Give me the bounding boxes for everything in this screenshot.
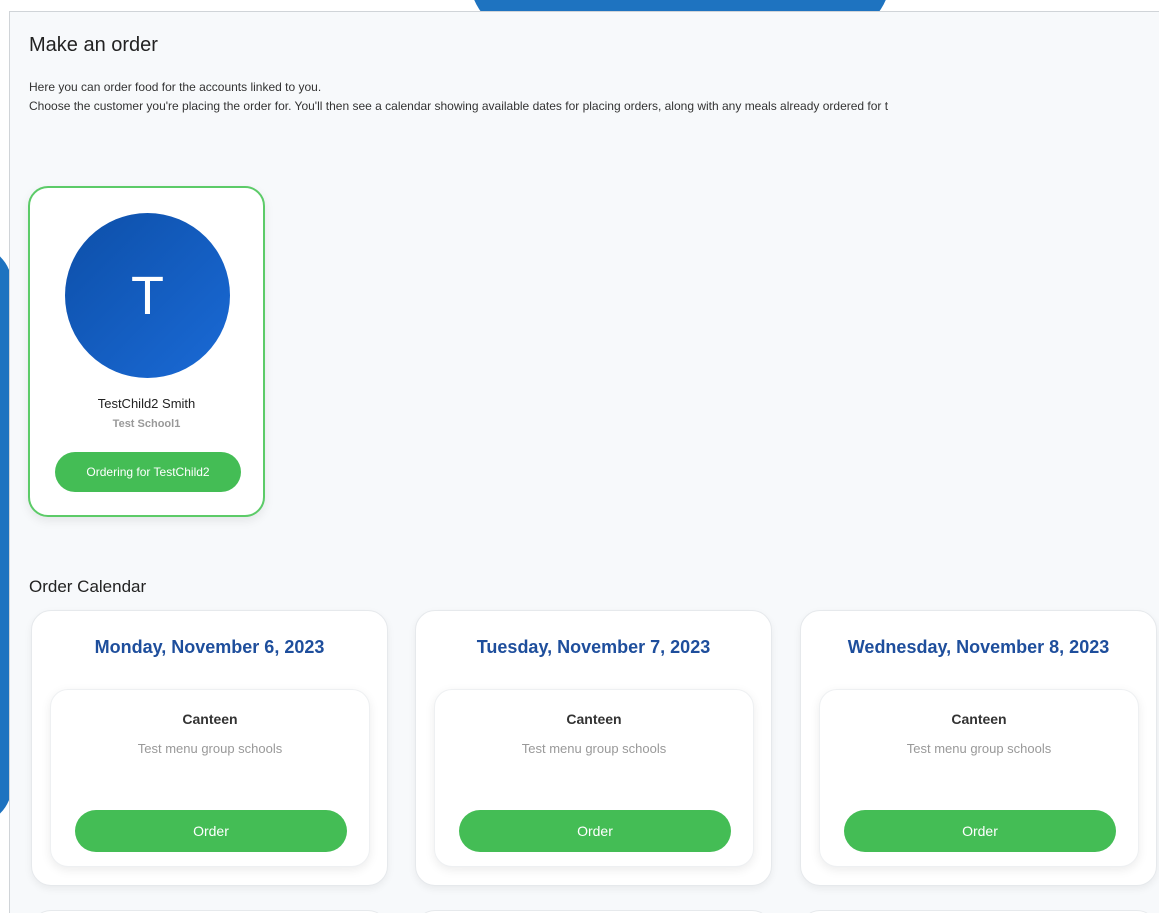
ordering-for-button[interactable]: Ordering for TestChild2 (55, 452, 241, 492)
day-date: Tuesday, November 7, 2023 (476, 637, 711, 657)
day-date: Monday, November 6, 2023 (94, 637, 325, 657)
menu-name: Canteen (951, 711, 1007, 727)
menu-card: Canteen Test menu group schools Order (50, 689, 370, 867)
avatar: T (65, 213, 230, 378)
intro-line-1: Here you can order food for the accounts… (29, 80, 322, 94)
menu-group: Test menu group schools (137, 741, 283, 756)
menu-card: Canteen Test menu group schools Order (434, 689, 754, 867)
order-calendar-title: Order Calendar (29, 577, 147, 596)
order-button[interactable]: Order (459, 810, 731, 852)
day-date: Wednesday, November 8, 2023 (847, 637, 1110, 657)
day-card-wednesday: Wednesday, November 8, 2023 Canteen Test… (800, 610, 1157, 886)
customer-school: Test School1 (112, 418, 181, 430)
menu-group: Test menu group schools (906, 741, 1052, 756)
intro-text: Here you can order food for the accounts… (29, 78, 888, 116)
customer-name: TestChild2 Smith (97, 396, 196, 411)
menu-name: Canteen (182, 711, 238, 727)
order-panel: Make an order Here you can order food fo… (9, 11, 1159, 913)
menu-name: Canteen (566, 711, 622, 727)
menu-group: Test menu group schools (521, 741, 667, 756)
day-card-tuesday: Tuesday, November 7, 2023 Canteen Test m… (415, 610, 772, 886)
page-title: Make an order (29, 34, 158, 56)
order-button[interactable]: Order (844, 810, 1116, 852)
screen: Make an order Here you can order food fo… (0, 0, 1159, 913)
menu-card: Canteen Test menu group schools Order (819, 689, 1139, 867)
order-button[interactable]: Order (75, 810, 347, 852)
customer-card[interactable]: T TestChild2 Smith Test School1 Ordering… (28, 186, 265, 517)
intro-line-2: Choose the customer you're placing the o… (29, 99, 889, 113)
day-card-monday: Monday, November 6, 2023 Canteen Test me… (31, 610, 388, 886)
